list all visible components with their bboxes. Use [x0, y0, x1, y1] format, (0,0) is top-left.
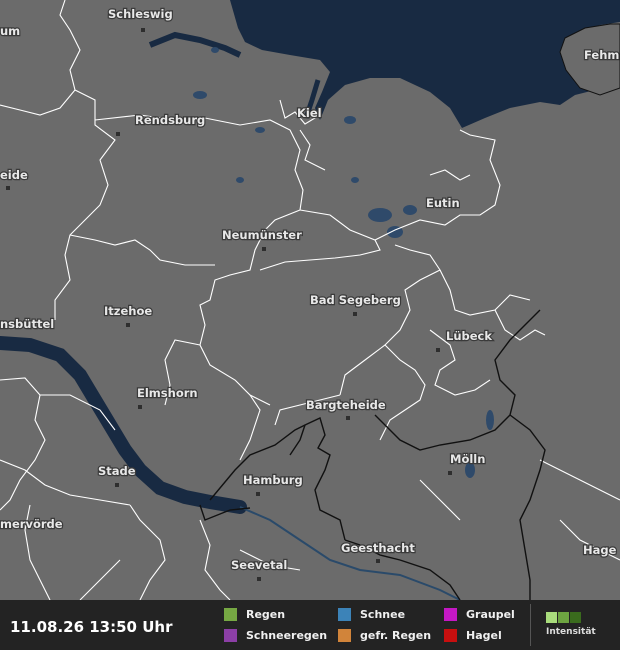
city-label-eide: eide [0, 168, 28, 182]
city-label-geesthacht: Geesthacht [341, 541, 415, 555]
schneeregen-swatch [224, 629, 237, 642]
intensity-blocks [546, 612, 596, 623]
legend-divider [530, 604, 531, 646]
city-marker-hamburg [256, 492, 260, 496]
legend-item-graupel: Graupel [444, 608, 515, 621]
legend-label-schneeregen: Schneeregen [246, 629, 328, 642]
city-label-eutin: Eutin [426, 196, 460, 210]
city-label-merv-rde: mervörde [0, 517, 63, 531]
city-label-hage: Hage [583, 543, 617, 557]
city-label-m-lln: Mölln [450, 452, 485, 466]
city-marker-elmshorn [138, 405, 142, 409]
graupel-swatch [444, 608, 457, 621]
city-marker-schleswig [141, 28, 145, 32]
timestamp: 11.08.26 13:50 Uhr [10, 618, 173, 636]
city-marker-rendsburg [116, 132, 120, 136]
city-label-schleswig: Schleswig [108, 7, 173, 21]
city-label-kiel: Kiel [297, 106, 322, 120]
legend-item-schnee: Schnee [338, 608, 405, 621]
regen-swatch [224, 608, 237, 621]
legend-item-hagel: Hagel [444, 629, 502, 642]
city-label-bad-segeberg: Bad Segeberg [310, 293, 401, 307]
city-label-bargteheide: Bargteheide [306, 398, 386, 412]
intensity-mid [558, 612, 569, 623]
hagel-swatch [444, 629, 457, 642]
city-marker-seevetal [257, 577, 261, 581]
intensity-low [546, 612, 557, 623]
legend-label-regen: Regen [246, 608, 286, 621]
legend-label-hagel: Hagel [466, 629, 502, 642]
city-marker-l-beck [436, 348, 440, 352]
city-marker-itzehoe [126, 323, 130, 327]
schnee-swatch [338, 608, 351, 621]
city-marker-bargteheide [346, 416, 350, 420]
city-label-seevetal: Seevetal [231, 558, 287, 572]
legend-label-graupel: Graupel [466, 608, 515, 621]
legend-label-gefr-regen: gefr. Regen [360, 629, 432, 642]
city-marker-neum-nster [262, 247, 266, 251]
city-marker-m-lln [448, 471, 452, 475]
legend-item-regen: Regen [224, 608, 285, 621]
intensity-scale: Intensität [546, 612, 596, 637]
city-label-stade: Stade [98, 464, 136, 478]
legend-item-gefr-regen: gefr. Regen [338, 629, 431, 642]
city-label-l-beck: Lübeck [446, 329, 492, 343]
city-marker-stade [115, 483, 119, 487]
city-label-um: um [0, 24, 20, 38]
legend-bar: 11.08.26 13:50 Uhr Regen Schneeregen Sch… [0, 600, 620, 650]
city-label-nsb-ttel: nsbüttel [0, 317, 54, 331]
city-label-hamburg: Hamburg [243, 473, 303, 487]
intensity-high [570, 612, 581, 623]
city-label-elmshorn: Elmshorn [137, 386, 198, 400]
legend-item-schneeregen: Schneeregen [224, 629, 327, 642]
city-marker-eide [6, 186, 10, 190]
legend-label-schnee: Schnee [360, 608, 406, 621]
radar-map[interactable]: Schleswig um Fehm Rendsburg Kiel eide Eutin Neu… [0, 0, 620, 650]
city-marker-geesthacht [376, 559, 380, 563]
city-label-fehm: Fehm [584, 48, 619, 62]
city-label-rendsburg: Rendsburg [135, 113, 205, 127]
city-label-itzehoe: Itzehoe [104, 304, 152, 318]
gefr-regen-swatch [338, 629, 351, 642]
city-marker-bad-segeberg [353, 312, 357, 316]
intensity-label: Intensität [546, 627, 596, 637]
city-label-neum-nster: Neumünster [222, 228, 302, 242]
